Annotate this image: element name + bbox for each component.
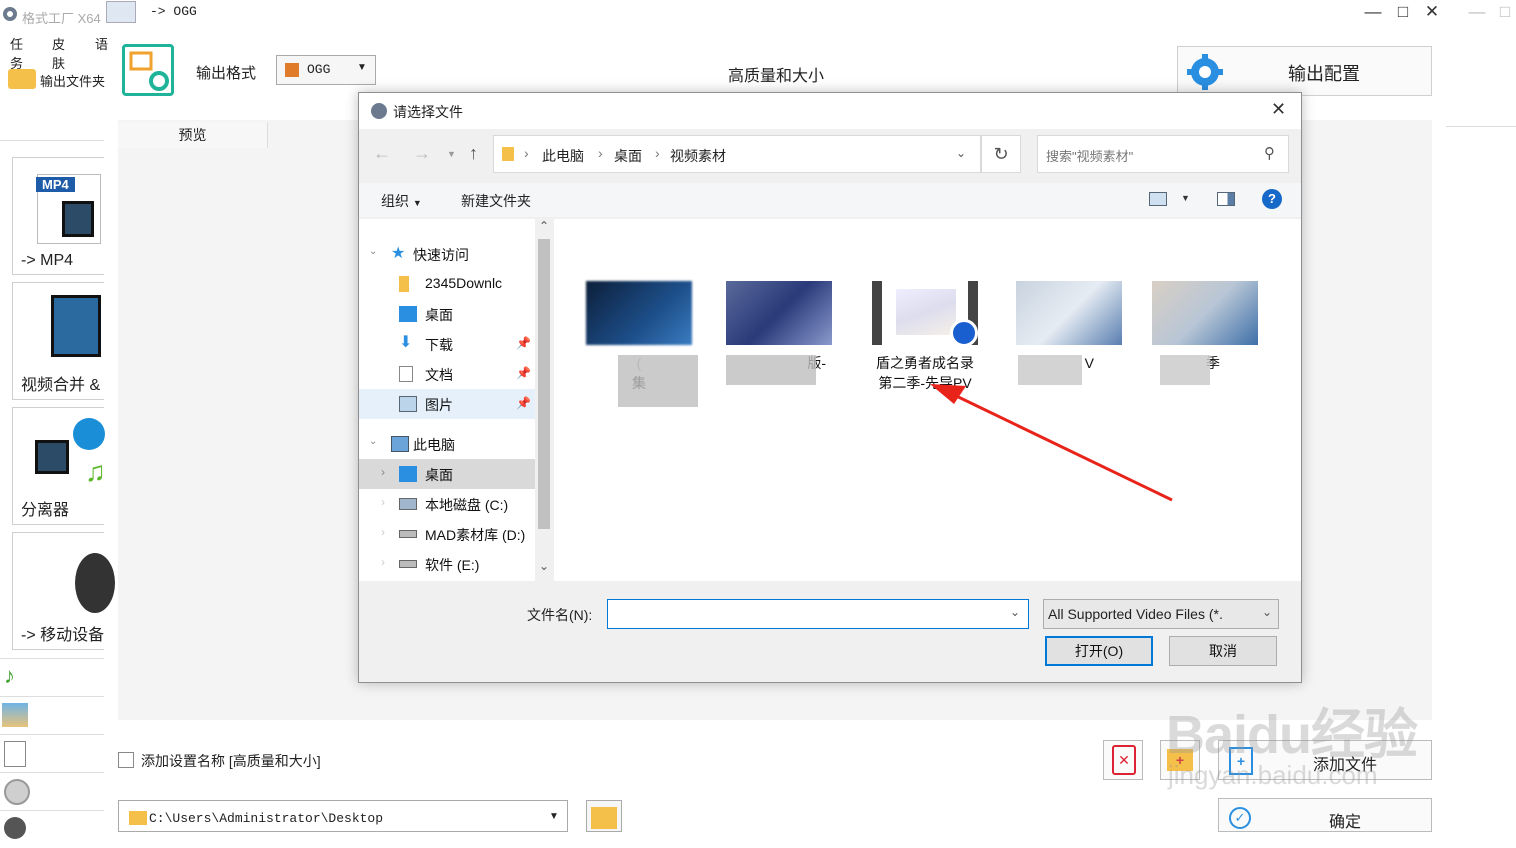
arrow-head: [930, 384, 966, 404]
annotation-arrow: [930, 384, 1173, 502]
arrow-shaft: [947, 390, 1173, 502]
